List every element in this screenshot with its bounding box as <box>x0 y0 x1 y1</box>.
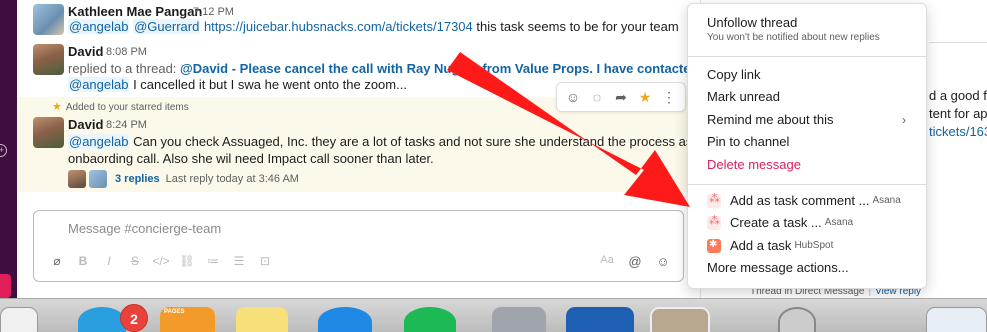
user-mention[interactable]: @Guerrard <box>133 19 201 34</box>
message-text: Can you check Assuaged, Inc. they are a … <box>129 134 740 149</box>
divider <box>929 42 987 43</box>
message-body: @angelab @Guerrard https://juicebar.hubs… <box>68 19 679 34</box>
user-mention[interactable]: @angelab <box>68 19 130 34</box>
mention-button[interactable]: @ <box>621 254 649 269</box>
menu-item-delete-message[interactable]: Delete message <box>707 157 801 172</box>
menu-item-unfollow-thread[interactable]: Unfollow thread <box>707 15 797 30</box>
italic-icon[interactable]: I <box>96 254 122 268</box>
macos-dock <box>0 298 987 332</box>
menu-item-label: Add as task comment ... <box>730 193 870 208</box>
last-reply-text: Last reply today at 3:46 AM <box>165 173 299 185</box>
thread-text: tent for appr <box>929 106 987 121</box>
strikethrough-icon[interactable]: S <box>122 254 148 268</box>
asana-icon <box>707 192 721 208</box>
user-mention[interactable]: @angelab <box>68 134 130 149</box>
message-timestamp[interactable]: 8:08 PM <box>106 46 147 58</box>
replied-prefix: replied to a thread: <box>68 61 181 76</box>
code-icon[interactable]: </> <box>148 254 174 268</box>
menu-item-label: Add a task <box>730 238 792 253</box>
message-body-line-1: @angelab Can you check Assuaged, Inc. th… <box>68 134 739 149</box>
menu-divider <box>688 56 926 57</box>
avatar[interactable] <box>33 44 64 75</box>
message-timestamp[interactable]: 7:12 PM <box>193 6 234 18</box>
stickies-icon[interactable] <box>236 307 288 332</box>
finder-icon[interactable] <box>0 307 38 332</box>
add-reaction-icon[interactable]: ☺ <box>562 83 584 111</box>
thread-text: d a good fes <box>929 88 987 103</box>
menu-item-label: Create a task ... <box>730 215 822 230</box>
window-thumbnail-icon[interactable] <box>926 307 987 332</box>
thread-link[interactable]: tickets/163 <box>929 124 987 139</box>
message-author[interactable]: David <box>68 44 103 59</box>
message-body-line-2: onbaording call. Also she wil need Impac… <box>68 151 434 166</box>
menu-item-subtext: You won't be notified about new replies <box>707 32 880 43</box>
app-name: Asana <box>872 195 901 206</box>
starred-note: ★ Added to your starred items <box>52 100 189 113</box>
reply-avatars[interactable] <box>68 170 110 188</box>
avatar[interactable] <box>68 170 86 188</box>
emoji-icon[interactable]: ☺ <box>649 254 677 269</box>
star-icon: ★ <box>52 101 62 113</box>
thread-replies-bar[interactable]: 3 replies Last reply today at 3:46 AM <box>115 173 299 185</box>
preview-icon[interactable] <box>650 307 710 332</box>
ordered-list-icon[interactable]: ≔ <box>200 254 226 268</box>
more-actions-icon[interactable]: ⋮ <box>658 83 680 111</box>
formatting-toggle[interactable]: Aa <box>593 254 621 269</box>
search-icon[interactable] <box>778 307 816 332</box>
notification-badge: 2 <box>120 304 148 332</box>
system-tool-icon[interactable] <box>492 307 546 332</box>
message-text: I cancelled it but I swa he went onto th… <box>129 77 407 92</box>
replies-count-link[interactable]: 3 replies <box>115 173 160 185</box>
chevron-right-icon: › <box>902 113 906 127</box>
code-block-icon[interactable]: ⊡ <box>252 254 278 268</box>
menu-item-mark-unread[interactable]: Mark unread <box>707 89 780 104</box>
composer-right-tools: Aa @ ☺ <box>593 254 677 269</box>
menu-item-asana-add-comment[interactable]: Add as task comment ... Asana <box>707 192 901 208</box>
link-icon[interactable]: ⛓ <box>174 254 200 268</box>
share-message-icon[interactable]: ➦ <box>610 83 632 111</box>
messaging-app-icon[interactable] <box>78 307 126 332</box>
message-composer[interactable]: Message #concierge-team ⌀ B I S </> ⛓ ≔ … <box>33 210 684 282</box>
star-icon[interactable]: ★ <box>634 83 656 111</box>
avatar[interactable] <box>89 170 107 188</box>
message-author[interactable]: David <box>68 117 103 132</box>
message-text: this task seems to be for your team <box>472 19 679 34</box>
message-actions-toolbar: ☺ ◌ ➦ ★ ⋮ <box>556 82 686 112</box>
menu-divider <box>688 184 926 185</box>
message-timestamp[interactable]: 8:24 PM <box>106 119 147 131</box>
ticket-link[interactable]: https://juicebar.hubsnacks.com/a/tickets… <box>204 19 473 34</box>
avatar[interactable] <box>33 4 64 35</box>
parent-thread-link[interactable]: @David - Please cancel the call with Ray… <box>180 61 729 76</box>
app-name: Asana <box>824 217 854 228</box>
reply-in-thread-icon[interactable]: ◌ <box>586 83 608 111</box>
bulleted-list-icon[interactable]: ☰ <box>226 254 252 268</box>
menu-item-remind-me[interactable]: Remind me about this <box>707 112 833 127</box>
menu-item-asana-create-task[interactable]: Create a task ... Asana <box>707 214 854 230</box>
menu-item-pin-to-channel[interactable]: Pin to channel <box>707 134 789 149</box>
asana-icon <box>707 214 721 230</box>
message-author[interactable]: Kathleen Mae Pangan <box>68 4 202 19</box>
bold-icon[interactable]: B <box>70 254 96 268</box>
add-circle-icon[interactable]: + <box>0 144 7 157</box>
pages-label: PAGES <box>164 309 185 315</box>
user-mention[interactable]: @angelab <box>68 77 130 92</box>
composer-placeholder[interactable]: Message #concierge-team <box>68 221 221 236</box>
message-body: @angelab I cancelled it but I swa he wen… <box>68 77 407 92</box>
zoom-icon[interactable] <box>318 307 372 332</box>
avatar[interactable] <box>33 117 64 148</box>
message-context-menu: Unfollow thread You won't be notified ab… <box>687 3 927 289</box>
folder-icon[interactable] <box>566 307 634 332</box>
sidebar-unread-indicator[interactable] <box>0 274 11 298</box>
workspace-sidebar: + <box>0 0 17 298</box>
hubspot-icon <box>707 238 721 253</box>
menu-item-hubspot-add-task[interactable]: Add a task HubSpot <box>707 238 833 253</box>
menu-item-more-actions[interactable]: More message actions... <box>707 260 849 275</box>
spotify-icon[interactable] <box>404 307 456 332</box>
format-toolbar: ⌀ B I S </> ⛓ ≔ ☰ ⊡ <box>44 254 278 268</box>
app-name: HubSpot <box>794 240 834 251</box>
paperclip-icon[interactable]: ⌀ <box>44 254 70 268</box>
starred-note-text: Added to your starred items <box>65 102 189 113</box>
thread-reply-context: replied to a thread: @David - Please can… <box>68 61 729 76</box>
menu-item-copy-link[interactable]: Copy link <box>707 67 760 82</box>
